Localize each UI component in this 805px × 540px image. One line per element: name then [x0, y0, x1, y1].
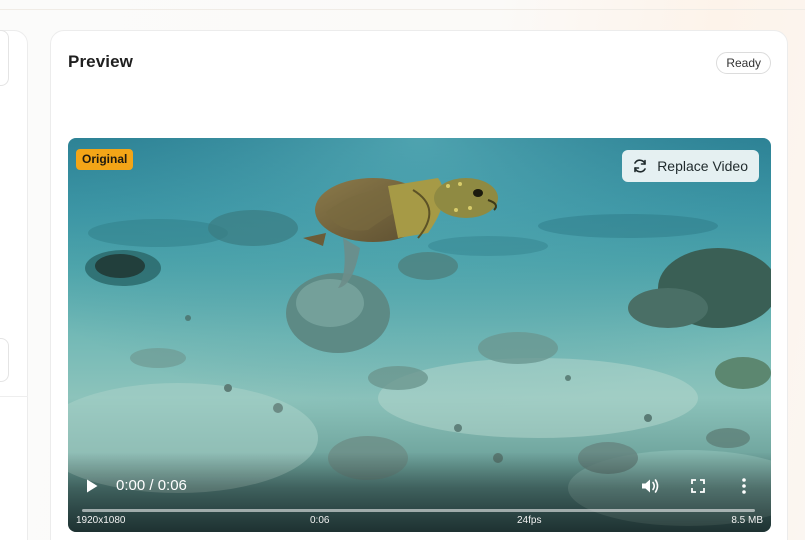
meta-fps: 24fps	[517, 515, 542, 526]
preview-title: Preview	[68, 52, 133, 71]
play-icon[interactable]	[85, 478, 99, 494]
meta-resolution: 1920x1080	[76, 515, 126, 526]
status-badge: Ready	[716, 52, 771, 74]
video-metadata: 1920x1080 0:06 24fps 8.5 MB	[68, 515, 771, 529]
replace-video-label: Replace Video	[657, 158, 748, 174]
original-badge: Original	[76, 149, 134, 170]
progress-bar[interactable]	[82, 509, 755, 512]
left-panel-control[interactable]	[0, 30, 9, 86]
refresh-icon	[632, 158, 648, 174]
more-vertical-icon[interactable]	[738, 477, 750, 495]
video-player[interactable]: Original Replace Video 0:00 / 0:06 1920x…	[68, 138, 771, 532]
replace-video-button[interactable]: Replace Video	[622, 150, 759, 182]
meta-duration: 0:06	[310, 515, 330, 526]
fullscreen-icon[interactable]	[690, 478, 706, 494]
top-header-strip	[0, 0, 805, 10]
meta-file-size: 8.5 MB	[731, 515, 763, 526]
volume-icon[interactable]	[640, 477, 660, 495]
preview-card: Preview Ready Original Replace Video 0:0…	[50, 30, 788, 540]
time-display: 0:00 / 0:06	[116, 477, 187, 494]
left-panel	[0, 30, 28, 540]
left-panel-divider	[0, 396, 28, 397]
left-panel-control-lower[interactable]	[0, 338, 9, 382]
video-controls: 0:00 / 0:06	[68, 473, 771, 499]
